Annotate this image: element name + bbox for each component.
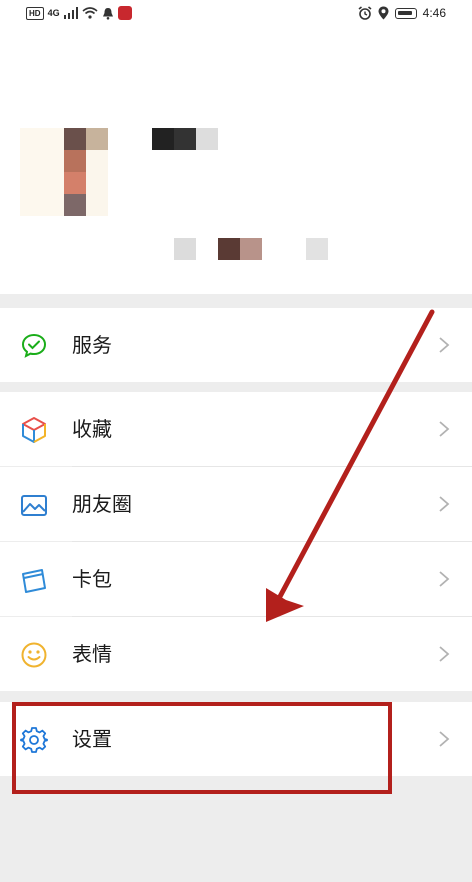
chevron-right-icon: [439, 571, 450, 587]
menu-item-cards[interactable]: 卡包: [0, 542, 472, 616]
stickers-label: 表情: [72, 642, 112, 666]
clock: 4:46: [422, 6, 446, 20]
gear-icon: [20, 727, 48, 753]
menu-item-services[interactable]: 服务: [0, 308, 472, 382]
status-right: 4:46: [358, 6, 446, 20]
cards-label: 卡包: [72, 567, 112, 591]
profile-header[interactable]: [0, 28, 472, 294]
smiley-icon: [21, 642, 47, 668]
services-label: 服务: [72, 333, 112, 357]
card-icon: [22, 569, 46, 593]
menu-item-moments[interactable]: 朋友圈: [0, 467, 472, 541]
favorites-icon: [22, 417, 46, 443]
signal-icon: [63, 7, 78, 19]
menu-item-settings[interactable]: 设置: [0, 702, 472, 776]
hd-badge: HD: [26, 6, 44, 20]
menu-item-stickers[interactable]: 表情: [0, 617, 472, 691]
app-notification-icon: [117, 6, 132, 20]
status-bar: HD 4G 4:46: [0, 0, 472, 28]
network-type: 4G: [47, 8, 60, 18]
location-icon: [378, 6, 389, 20]
favorites-label: 收藏: [72, 417, 112, 441]
battery-icon: [394, 7, 417, 19]
chevron-right-icon: [439, 421, 450, 437]
bell-icon: [102, 7, 113, 20]
settings-label: 设置: [72, 727, 112, 751]
menu-item-favorites[interactable]: 收藏: [0, 392, 472, 466]
chevron-right-icon: [439, 731, 450, 747]
moments-icon: [21, 495, 47, 516]
alarm-icon: [358, 6, 372, 20]
chevron-right-icon: [439, 337, 450, 353]
services-icon: [21, 333, 47, 358]
moments-label: 朋友圈: [72, 492, 132, 516]
chevron-right-icon: [439, 646, 450, 662]
status-left: HD 4G: [26, 6, 132, 20]
chevron-right-icon: [439, 496, 450, 512]
wifi-icon: [82, 7, 98, 19]
